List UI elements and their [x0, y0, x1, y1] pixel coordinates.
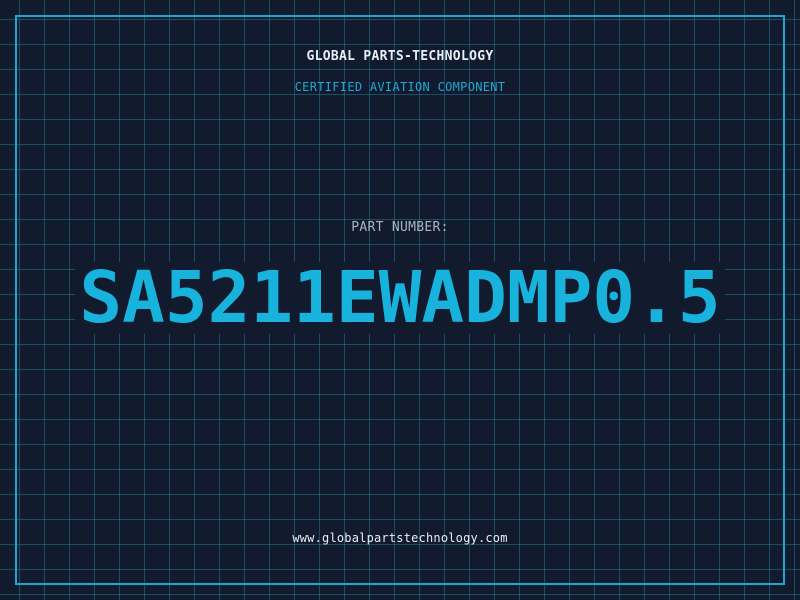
part-number-value: SA5211EWADMP0.5 [75, 262, 725, 334]
part-number-container: SA5211EWADMP0.5 [0, 262, 800, 334]
company-name: GLOBAL PARTS-TECHNOLOGY [306, 49, 494, 64]
website-url: www.globalpartstechnology.com [292, 531, 508, 545]
label-card: GLOBAL PARTS-TECHNOLOGY CERTIFIED AVIATI… [0, 0, 800, 600]
part-number-label: PART NUMBER: [351, 220, 449, 235]
company-tagline: CERTIFIED AVIATION COMPONENT [294, 80, 506, 94]
